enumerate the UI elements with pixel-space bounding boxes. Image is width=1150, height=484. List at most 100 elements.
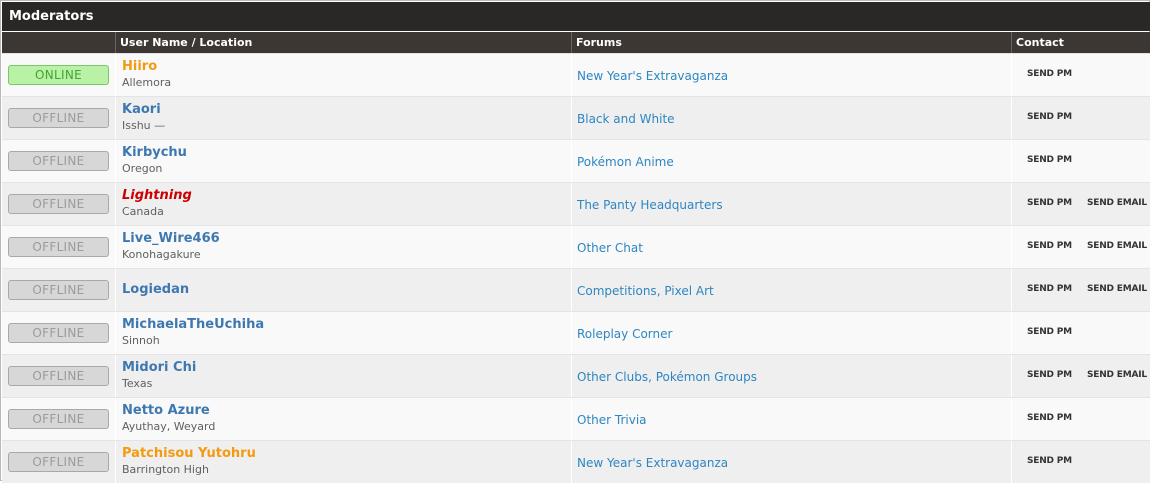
user-location: Konohagakure <box>122 248 201 261</box>
status-badge: OFFLINE <box>8 409 109 429</box>
table-row: OFFLINE Live_Wire466 Konohagakure Other Cha… <box>2 225 1150 269</box>
column-divider <box>1011 355 1012 398</box>
column-divider <box>115 97 116 140</box>
forums-cell: Competitions, Pixel Art <box>577 284 714 298</box>
column-divider <box>571 54 572 97</box>
forum-link[interactable]: New Year's Extravaganza <box>577 69 728 83</box>
column-divider <box>1011 441 1012 484</box>
username-link[interactable]: Live_Wire466 <box>122 231 220 246</box>
column-divider <box>115 398 116 441</box>
user-location: Ayuthay, Weyard <box>122 420 216 433</box>
forums-cell: Other Clubs, Pokémon Groups <box>577 370 757 384</box>
status-badge: OFFLINE <box>8 194 109 214</box>
table-row: OFFLINE Lightning Canada The Panty Headquar… <box>2 182 1150 226</box>
column-divider <box>571 312 572 355</box>
forum-link[interactable]: Other Chat <box>577 241 643 255</box>
header-status <box>2 32 115 53</box>
forum-separator: , <box>648 370 656 384</box>
send-pm-button[interactable]: SEND PM <box>1027 112 1072 122</box>
column-divider <box>1011 312 1012 355</box>
forums-cell: The Panty Headquarters <box>577 198 723 212</box>
username-link[interactable]: Patchisou Yutohru <box>122 446 256 461</box>
column-divider <box>571 441 572 484</box>
column-divider <box>571 226 572 269</box>
column-divider <box>571 140 572 183</box>
table-row: OFFLINE Kaori Isshu — Black and White SEND P… <box>2 96 1150 140</box>
column-divider <box>1011 183 1012 226</box>
send-pm-button[interactable]: SEND PM <box>1027 69 1072 79</box>
username-link[interactable]: Kaori <box>122 102 161 117</box>
table-row: OFFLINE Kirbychu Oregon Pokémon Anime SEND P… <box>2 139 1150 183</box>
status-badge: OFFLINE <box>8 323 109 343</box>
send-email-button[interactable]: SEND EMAIL <box>1087 284 1147 294</box>
header-forums: Forums <box>571 32 1011 53</box>
forum-link[interactable]: Pokémon Anime <box>577 155 674 169</box>
column-divider <box>571 97 572 140</box>
username-link[interactable]: Logiedan <box>122 282 189 297</box>
send-pm-button[interactable]: SEND PM <box>1027 327 1072 337</box>
username-link[interactable]: Hiiro <box>122 59 157 74</box>
forums-cell: Black and White <box>577 112 675 126</box>
column-divider <box>1011 269 1012 312</box>
column-divider <box>115 183 116 226</box>
status-badge: OFFLINE <box>8 151 109 171</box>
send-pm-button[interactable]: SEND PM <box>1027 456 1072 466</box>
panel-title: Moderators <box>2 2 1150 31</box>
forum-link[interactable]: Pixel Art <box>664 284 713 298</box>
column-divider <box>115 140 116 183</box>
column-divider <box>115 355 116 398</box>
forums-cell: New Year's Extravaganza <box>577 69 728 83</box>
username-link[interactable]: MichaelaTheUchiha <box>122 317 264 332</box>
table-row: OFFLINE Netto Azure Ayuthay, Weyard Other T… <box>2 397 1150 441</box>
column-divider <box>115 312 116 355</box>
forum-link[interactable]: Pokémon Groups <box>656 370 757 384</box>
user-location: Oregon <box>122 162 163 175</box>
table-row: OFFLINE Midori Chi Texas Other Clubs, Pokém… <box>2 354 1150 398</box>
table-header: User Name / Location Forums Contact <box>2 32 1150 53</box>
forum-link[interactable]: The Panty Headquarters <box>577 198 723 212</box>
forums-cell: Other Trivia <box>577 413 647 427</box>
username-link[interactable]: Midori Chi <box>122 360 196 375</box>
send-email-button[interactable]: SEND EMAIL <box>1087 370 1147 380</box>
forum-link[interactable]: Roleplay Corner <box>577 327 672 341</box>
status-badge: OFFLINE <box>8 237 109 257</box>
user-location: Canada <box>122 205 164 218</box>
username-link[interactable]: Lightning <box>122 188 192 203</box>
column-divider <box>1011 398 1012 441</box>
send-pm-button[interactable]: SEND PM <box>1027 155 1072 165</box>
user-location: Allemora <box>122 76 172 89</box>
send-pm-button[interactable]: SEND PM <box>1027 284 1072 294</box>
column-divider <box>115 226 116 269</box>
status-badge: ONLINE <box>8 65 109 85</box>
send-email-button[interactable]: SEND EMAIL <box>1087 241 1147 251</box>
status-badge: OFFLINE <box>8 280 109 300</box>
table-row: OFFLINE MichaelaTheUchiha Sinnoh Roleplay C… <box>2 311 1150 355</box>
column-divider <box>571 355 572 398</box>
forum-link[interactable]: Competitions <box>577 284 657 298</box>
user-location: Sinnoh <box>122 334 160 347</box>
column-divider <box>571 183 572 226</box>
table-row: OFFLINE Logiedan Competitions, Pixel Art SE… <box>2 268 1150 312</box>
forums-cell: New Year's Extravaganza <box>577 456 728 470</box>
send-email-button[interactable]: SEND EMAIL <box>1087 198 1147 208</box>
forum-link[interactable]: Other Trivia <box>577 413 647 427</box>
status-badge: OFFLINE <box>8 108 109 128</box>
forum-link[interactable]: Other Clubs <box>577 370 648 384</box>
status-badge: OFFLINE <box>8 366 109 386</box>
username-link[interactable]: Kirbychu <box>122 145 187 160</box>
send-pm-button[interactable]: SEND PM <box>1027 241 1072 251</box>
status-badge: OFFLINE <box>8 452 109 472</box>
send-pm-button[interactable]: SEND PM <box>1027 413 1072 423</box>
username-link[interactable]: Netto Azure <box>122 403 210 418</box>
send-pm-button[interactable]: SEND PM <box>1027 370 1072 380</box>
forum-link[interactable]: Black and White <box>577 112 675 126</box>
column-divider <box>115 54 116 97</box>
forum-link[interactable]: New Year's Extravaganza <box>577 456 728 470</box>
user-location: Isshu — <box>122 119 166 132</box>
send-pm-button[interactable]: SEND PM <box>1027 198 1072 208</box>
column-divider <box>1011 140 1012 183</box>
table-row: ONLINE Hiiro Allemora New Year's Extravagan… <box>2 53 1150 97</box>
column-divider <box>1011 54 1012 97</box>
moderators-panel: Moderators User Name / Location Forums C… <box>0 0 1150 484</box>
user-location: Texas <box>122 377 153 390</box>
